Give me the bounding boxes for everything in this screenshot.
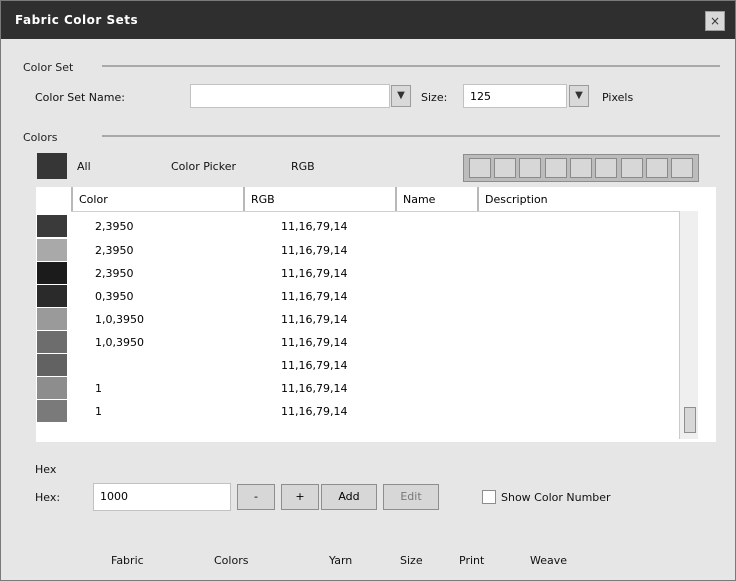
- close-icon[interactable]: ×: [705, 11, 725, 31]
- row-3-rgb: 11,16,79,14: [281, 267, 348, 280]
- edit-button[interactable]: Edit: [383, 484, 439, 510]
- footer-item-1[interactable]: Fabric: [111, 554, 144, 567]
- footer-item-6[interactable]: Weave: [530, 554, 567, 567]
- row-7-rgb: 11,16,79,14: [281, 359, 348, 372]
- color-set-name-input[interactable]: [190, 84, 390, 108]
- hex-label-top: Hex: [35, 463, 57, 476]
- tool-icon-1[interactable]: [468, 158, 491, 178]
- window-title: Fabric Color Sets: [15, 13, 139, 27]
- decrement-button[interactable]: -: [237, 484, 275, 510]
- size-input[interactable]: 125: [463, 84, 567, 108]
- row-6-name: 1,0,3950: [95, 336, 144, 349]
- row-swatch-2[interactable]: [37, 239, 67, 261]
- row-4-rgb: 11,16,79,14: [281, 290, 348, 303]
- hex-value: 1000: [100, 490, 128, 503]
- row-swatch-6[interactable]: [37, 331, 67, 353]
- size-unit-label: Pixels: [602, 91, 634, 104]
- size-value: 125: [470, 90, 491, 103]
- footer-item-4[interactable]: Size: [400, 554, 423, 567]
- row-swatch-8[interactable]: [37, 377, 67, 399]
- group-divider: [102, 65, 720, 67]
- row-8-rgb: 11,16,79,14: [281, 382, 348, 395]
- tool-icon-3[interactable]: [519, 158, 542, 178]
- color-toolbar: [463, 154, 699, 182]
- row-2-name: 2,3950: [95, 244, 134, 257]
- hex-label: Hex:: [35, 491, 61, 504]
- row-swatch-3[interactable]: [37, 262, 67, 284]
- chevron-down-icon[interactable]: ▼: [569, 85, 589, 107]
- footer-item-3[interactable]: Yarn: [329, 554, 352, 567]
- footer-item-2[interactable]: Colors: [214, 554, 248, 567]
- row-swatch-9[interactable]: [37, 400, 67, 422]
- row-swatch-5[interactable]: [37, 308, 67, 330]
- row-9-rgb: 11,16,79,14: [281, 405, 348, 418]
- vertical-scrollbar[interactable]: [679, 211, 698, 439]
- header-name[interactable]: Name: [395, 187, 477, 211]
- row-9-name: 1: [95, 405, 102, 418]
- increment-button[interactable]: +: [281, 484, 319, 510]
- tool-icon-2[interactable]: [493, 158, 516, 178]
- tool-icon-4[interactable]: [544, 158, 567, 178]
- row-6-rgb: 11,16,79,14: [281, 336, 348, 349]
- window: Fabric Color Sets × Color Set Color Set …: [0, 0, 736, 581]
- color-set-name-label: Color Set Name:: [35, 91, 125, 104]
- tool-icon-6[interactable]: [595, 158, 618, 178]
- show-color-number-label: Show Color Number: [501, 491, 611, 504]
- row-8-name: 1: [95, 382, 102, 395]
- group-divider: [102, 135, 720, 137]
- chevron-down-icon[interactable]: ▼: [391, 85, 411, 107]
- tool-icon-7[interactable]: [620, 158, 643, 178]
- size-label: Size:: [421, 91, 448, 104]
- tool-icon-9[interactable]: [671, 158, 694, 178]
- row-2-rgb: 11,16,79,14: [281, 244, 348, 257]
- tool-icon-8[interactable]: [645, 158, 668, 178]
- list-header: Color RGB Name Description: [71, 187, 681, 212]
- footer-item-5[interactable]: Print: [459, 554, 484, 567]
- current-color-swatch[interactable]: [37, 153, 67, 179]
- header-color[interactable]: Color: [71, 187, 243, 211]
- title-bar: Fabric Color Sets ×: [1, 1, 735, 39]
- scroll-thumb[interactable]: [684, 407, 696, 433]
- color-set-group-label: Color Set: [23, 61, 74, 74]
- row-5-name: 1,0,3950: [95, 313, 144, 326]
- row-4-name: 0,3950: [95, 290, 134, 303]
- header-rgb[interactable]: RGB: [243, 187, 395, 211]
- row-5-rgb: 11,16,79,14: [281, 313, 348, 326]
- hex-input[interactable]: 1000: [93, 483, 231, 511]
- row-3-name: 2,3950: [95, 267, 134, 280]
- row-swatch-4[interactable]: [37, 285, 67, 307]
- swatch-label: All: [77, 160, 91, 173]
- row-1-rgb: 11,16,79,14: [281, 220, 348, 233]
- show-color-number-checkbox[interactable]: [482, 490, 496, 504]
- row-1-name: 2,3950: [95, 220, 134, 233]
- header-description[interactable]: Description: [477, 187, 681, 211]
- colors-group-label: Colors: [23, 131, 58, 144]
- mode-label: RGB: [291, 160, 315, 173]
- color-picker-label: Color Picker: [171, 160, 236, 173]
- tool-icon-5[interactable]: [569, 158, 592, 178]
- row-swatch-1[interactable]: [37, 215, 67, 237]
- add-button[interactable]: Add: [321, 484, 377, 510]
- row-swatch-7[interactable]: [37, 354, 67, 376]
